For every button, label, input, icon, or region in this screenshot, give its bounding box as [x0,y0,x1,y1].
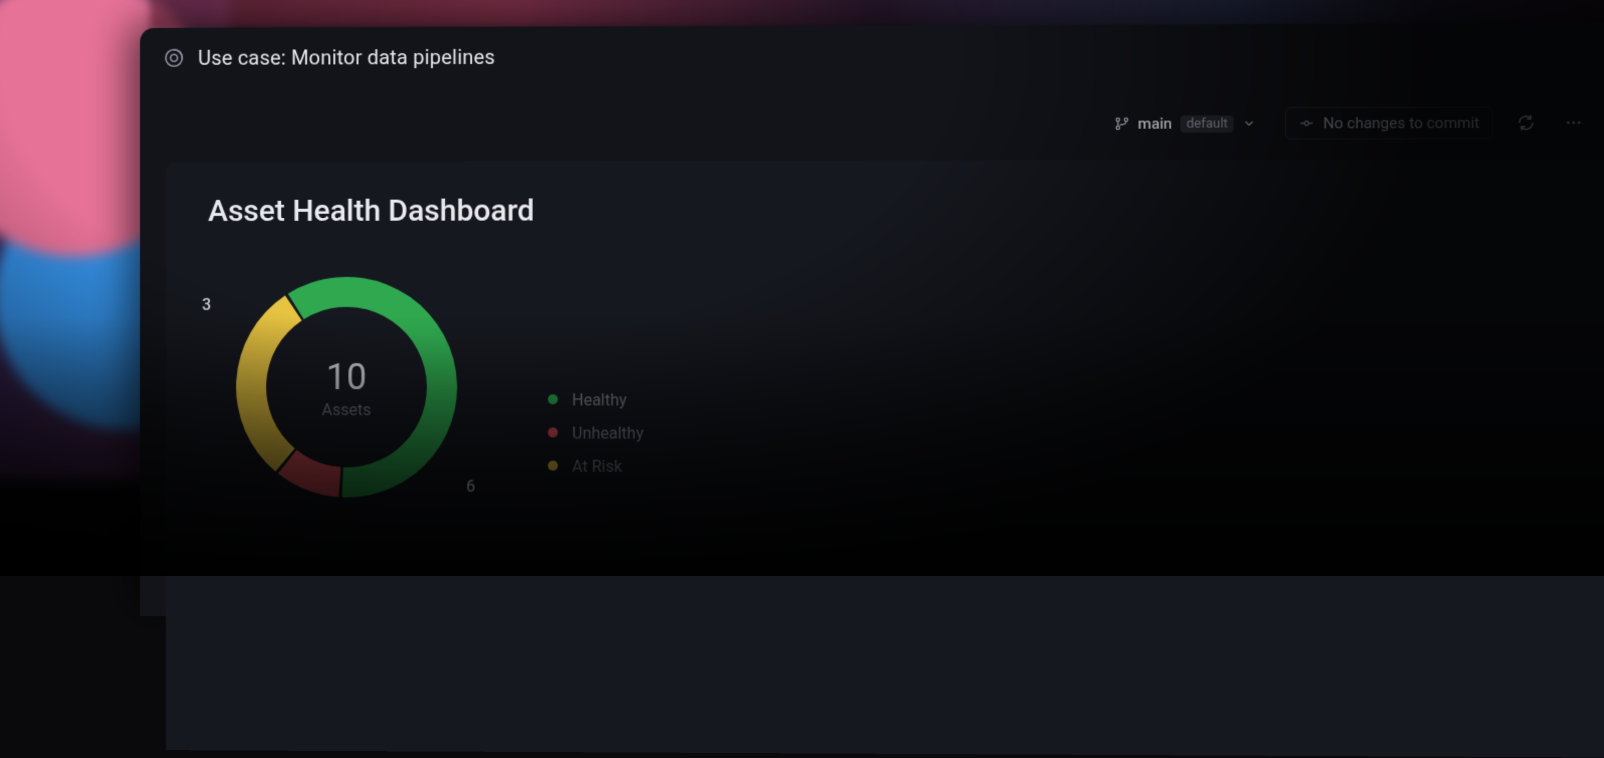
donut-segment [236,295,302,471]
branch-name: main [1138,114,1172,132]
content-pane: Asset Health Dashboard 10 Assets 3 6 Hea… [166,159,1604,758]
legend-label: Unhealthy [572,423,643,442]
legend-label: At Risk [572,456,622,475]
branch-default-badge: default [1180,115,1234,132]
donut-label-top-left: 3 [202,295,211,314]
legend-item-unhealthy: Unhealthy [548,423,644,442]
donut-center-label: Assets [322,400,371,419]
asset-health-donut: 10 Assets 3 6 [206,257,487,518]
refresh-button[interactable] [1512,108,1541,137]
legend-swatch-atrisk [548,461,558,471]
branch-selector[interactable]: main default [1103,108,1267,139]
toolbar: main default No changes to commit [140,76,1604,150]
git-commit-icon [1299,115,1315,131]
legend-swatch-unhealthy [548,428,558,438]
more-menu-button[interactable] [1559,108,1588,137]
app-window: Use case: Monitor data pipelines main de… [140,23,1604,622]
donut-center: 10 Assets [322,356,371,419]
donut-label-bottom-right: 6 [466,477,475,496]
window-title: Use case: Monitor data pipelines [198,45,495,70]
donut-count: 10 [322,356,371,398]
commit-status-text: No changes to commit [1323,114,1479,133]
commit-status: No changes to commit [1285,107,1493,140]
page-title: Asset Health Dashboard [208,192,1604,229]
legend: Healthy Unhealthy At Risk [548,390,644,476]
legend-item-atrisk: At Risk [548,456,644,475]
app-logo-icon [162,46,186,70]
dashboard-row: 10 Assets 3 6 Healthy Unhealthy At Risk [206,256,1604,521]
legend-swatch-healthy [548,394,558,404]
legend-label: Healthy [572,390,627,409]
titlebar: Use case: Monitor data pipelines [140,23,1604,80]
legend-item-healthy: Healthy [548,390,644,409]
git-branch-icon [1113,116,1129,132]
chevron-down-icon [1242,116,1256,130]
